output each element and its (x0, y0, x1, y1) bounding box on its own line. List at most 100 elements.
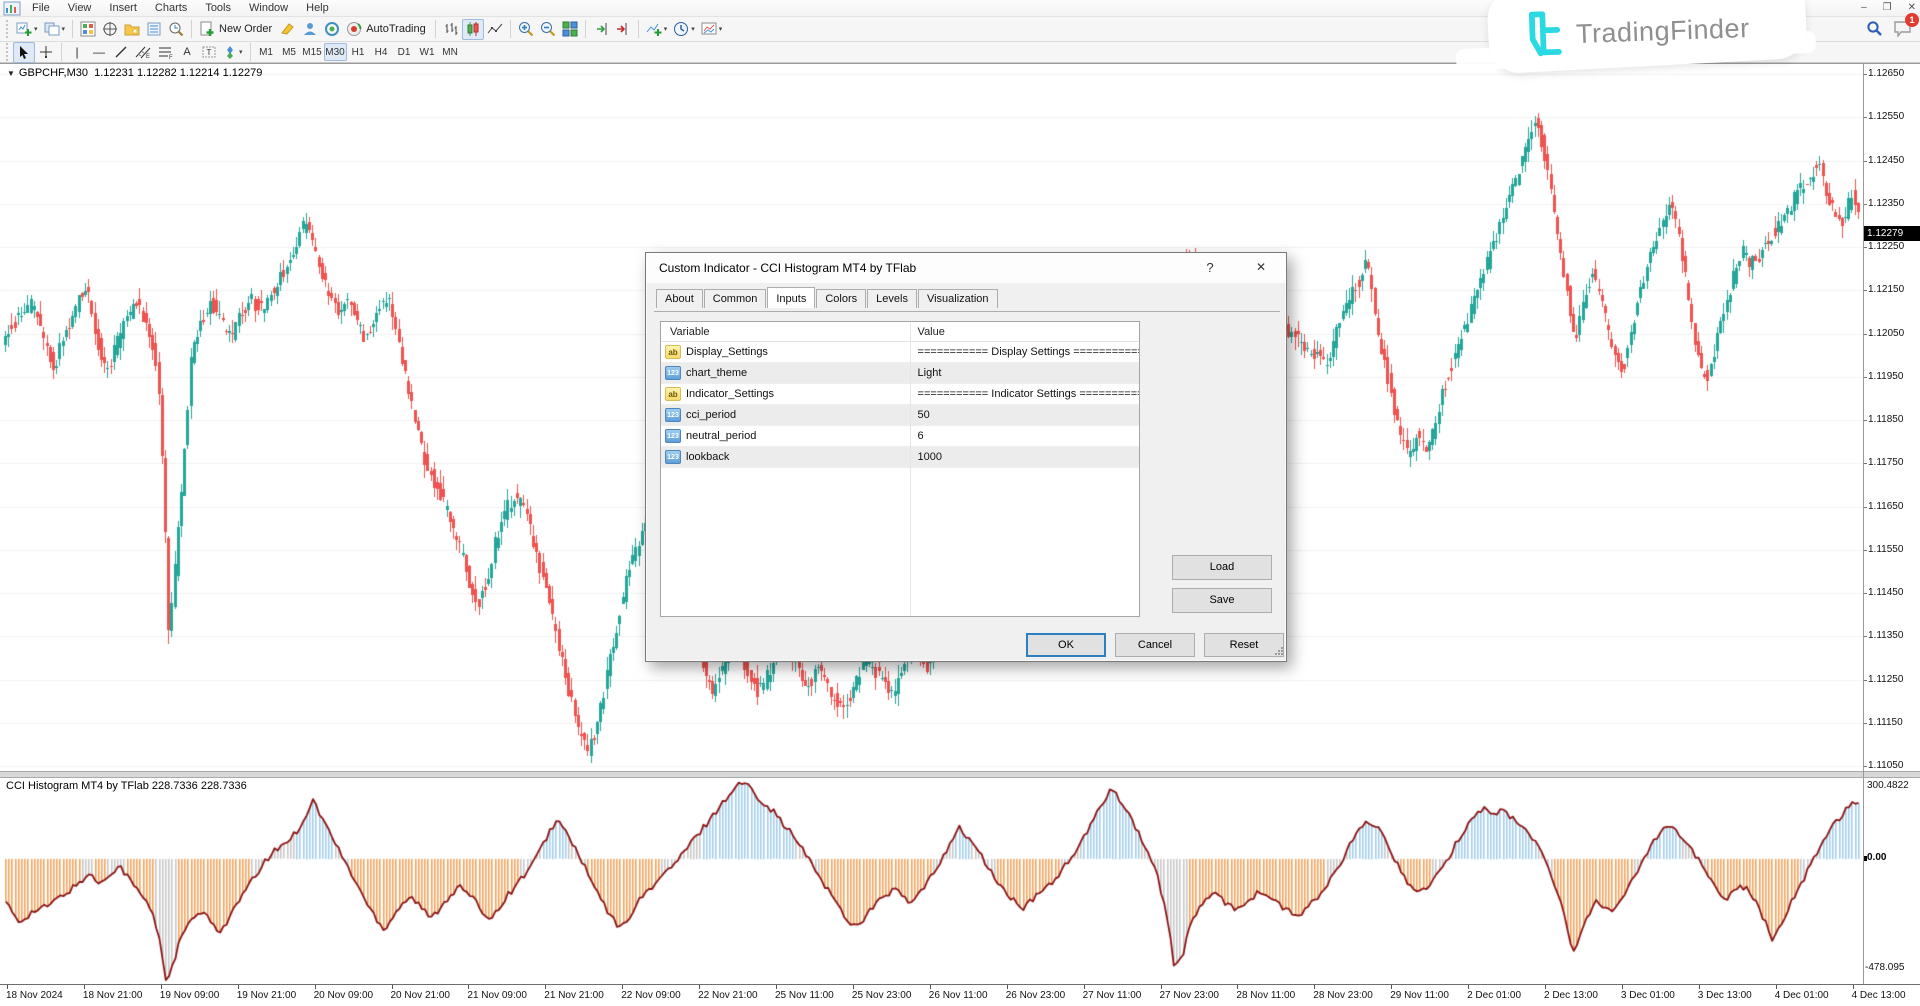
tab-about[interactable]: About (656, 289, 703, 308)
param-value[interactable]: 1000 (910, 447, 942, 468)
symbol-readout[interactable]: ▼GBPCHF,M30 1.12231 1.12282 1.12214 1.12… (7, 67, 262, 79)
timeframe-m1-button[interactable]: M1 (255, 43, 278, 61)
zoom-in-button[interactable] (515, 19, 537, 40)
cursor-button[interactable] (13, 42, 35, 63)
time-axis-label: 29 Nov 11:00 (1390, 990, 1449, 1001)
fibonacci-button[interactable]: F (154, 42, 176, 63)
menu-tools[interactable]: Tools (196, 0, 240, 16)
templates-button[interactable]: ▾ (698, 19, 726, 40)
param-row-cci_period[interactable]: 123cci_period50 (661, 405, 1139, 426)
market-button[interactable] (321, 19, 343, 40)
resize-grip-icon[interactable] (1275, 647, 1284, 659)
horizontal-line-button[interactable]: — (88, 42, 110, 63)
time-axis-label: 22 Nov 09:00 (621, 990, 681, 1001)
param-name: cci_period (686, 405, 736, 426)
timeframe-m5-button[interactable]: M5 (278, 43, 301, 61)
tab-visualization[interactable]: Visualization (918, 289, 998, 308)
timeframe-m15-button[interactable]: M15 (301, 43, 324, 61)
param-value[interactable]: 6 (910, 426, 924, 447)
mql5-community-button[interactable] (299, 19, 321, 40)
timeframe-mn-button[interactable]: MN (439, 43, 462, 61)
cancel-button[interactable]: Cancel (1115, 633, 1195, 657)
price-axis-label: 1.11050 (1868, 760, 1903, 771)
menu-insert[interactable]: Insert (100, 0, 146, 16)
equidistant-channel-button[interactable]: E (132, 42, 154, 63)
timeframe-m30-button[interactable]: M30 (324, 43, 347, 61)
metaeditor-button[interactable] (277, 19, 299, 40)
trendline-button[interactable] (110, 42, 132, 63)
menu-file[interactable]: File (23, 0, 59, 16)
param-row-chart_theme[interactable]: 123chart_themeLight (661, 363, 1139, 384)
autotrading-button[interactable]: AutoTrading (343, 19, 431, 40)
param-value[interactable]: =========== Display Settings =========== (910, 342, 1140, 363)
topright-icons: 1 (1866, 20, 1912, 40)
market-watch-button[interactable] (77, 19, 99, 40)
tab-colors[interactable]: Colors (816, 289, 866, 308)
strategy-tester-button[interactable] (165, 19, 187, 40)
toolbar-grip[interactable] (6, 43, 10, 61)
new-chart-button[interactable]: ▾ (13, 19, 41, 40)
timeframe-h1-button[interactable]: H1 (347, 43, 370, 61)
dialog-titlebar[interactable]: Custom Indicator - CCI Histogram MT4 by … (646, 253, 1286, 283)
timeframe-d1-button[interactable]: D1 (393, 43, 416, 61)
price-axis-label: 1.11650 (1868, 501, 1903, 512)
param-row-lookback[interactable]: 123lookback1000 (661, 447, 1139, 468)
tab-common[interactable]: Common (704, 289, 767, 308)
dialog-help-button[interactable]: ? (1200, 260, 1220, 275)
dialog-close-button[interactable]: ✕ (1250, 260, 1272, 274)
param-value[interactable]: Light (910, 363, 942, 384)
price-axis-label: 1.11150 (1868, 717, 1903, 728)
profiles-button[interactable]: ▾ (41, 19, 69, 40)
cci-indicator-canvas[interactable] (0, 778, 1863, 984)
terminal-button[interactable] (143, 19, 165, 40)
indicators-button[interactable]: ▾ (643, 19, 671, 40)
crosshair-button[interactable] (35, 42, 57, 63)
menu-view[interactable]: View (59, 0, 101, 16)
chat-icon[interactable]: 1 (1893, 20, 1912, 40)
reset-button[interactable]: Reset (1204, 633, 1284, 657)
data-window-button[interactable] (99, 19, 121, 40)
menu-charts[interactable]: Charts (146, 0, 196, 16)
app-icon[interactable] (3, 1, 23, 16)
load-button[interactable]: Load (1172, 555, 1272, 580)
cci-axis-max: 300.4822 (1867, 780, 1909, 791)
chart-bars-button[interactable] (440, 19, 462, 40)
inputs-table: Variable Value abDisplay_Settings=======… (660, 321, 1140, 617)
param-row-Display_Settings[interactable]: abDisplay_Settings=========== Display Se… (661, 342, 1139, 363)
time-axis[interactable]: 18 Nov 202418 Nov 21:0019 Nov 09:0019 No… (0, 984, 1920, 1006)
param-name: Indicator_Settings (686, 384, 774, 405)
chart-shift-button[interactable] (612, 19, 634, 40)
tab-levels[interactable]: Levels (867, 289, 917, 308)
zoom-out-button[interactable] (537, 19, 559, 40)
chart-candles-button[interactable] (462, 19, 484, 40)
tile-windows-button[interactable] (559, 19, 581, 40)
param-value[interactable]: 50 (910, 405, 930, 426)
timeframe-w1-button[interactable]: W1 (416, 43, 439, 61)
text-button[interactable]: A (176, 42, 198, 63)
new-order-button[interactable]: New Order (196, 19, 277, 40)
timeframe-h4-button[interactable]: H4 (370, 43, 393, 61)
param-row-neutral_period[interactable]: 123neutral_period6 (661, 426, 1139, 447)
time-tick (1314, 985, 1315, 989)
ok-button[interactable]: OK (1026, 633, 1106, 657)
chart-line-button[interactable] (484, 19, 506, 40)
text-label-button[interactable]: T (198, 42, 220, 63)
restore-button[interactable]: ❐ (1883, 0, 1892, 15)
search-icon[interactable] (1866, 20, 1883, 40)
arrows-button[interactable]: ▾ (220, 42, 246, 63)
save-button[interactable]: Save (1172, 588, 1272, 613)
minimize-button[interactable]: – (1861, 0, 1867, 15)
symbol-dropdown-icon[interactable]: ▼ (7, 69, 15, 78)
menu-window[interactable]: Window (240, 0, 297, 16)
vertical-line-button[interactable]: | (66, 42, 88, 63)
tab-inputs[interactable]: Inputs (767, 287, 815, 308)
toolbar-grip[interactable] (6, 20, 10, 38)
navigator-button[interactable] (121, 19, 143, 40)
auto-scroll-button[interactable] (590, 19, 612, 40)
periods-button[interactable]: ▾ (670, 19, 698, 40)
toolbar-separator (191, 20, 192, 38)
menu-help[interactable]: Help (297, 0, 338, 16)
param-row-Indicator_Settings[interactable]: abIndicator_Settings=========== Indicato… (661, 384, 1139, 405)
pane-separator[interactable] (0, 771, 1920, 778)
param-value[interactable]: =========== Indicator Settings =========… (910, 384, 1140, 405)
